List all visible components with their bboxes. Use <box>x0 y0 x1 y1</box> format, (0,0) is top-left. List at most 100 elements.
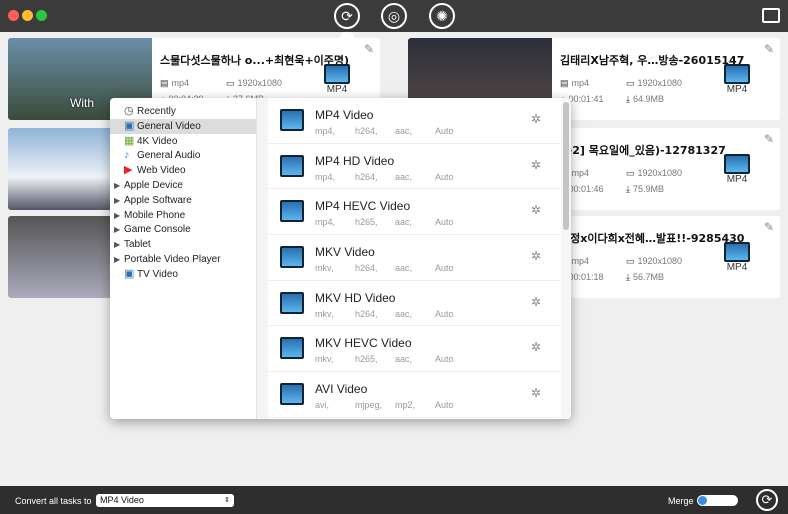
category-label: 4K Video <box>137 135 178 147</box>
category-item[interactable]: ▦ 4K Video <box>110 134 256 149</box>
gear-icon[interactable]: ✲ <box>531 112 541 126</box>
tv-icon: ▣ <box>124 267 135 280</box>
disclosure-triangle-icon[interactable]: ▶ <box>114 237 124 252</box>
category-item[interactable]: ▣ General Video <box>110 118 256 134</box>
video-size: 64.9MB <box>632 94 665 104</box>
format-item[interactable]: MKV HD Video mkv, h264, aac, Auto ✲ <box>268 281 561 327</box>
format-icon: ▤ <box>560 78 569 88</box>
convert-start-button[interactable]: ⟳ <box>756 489 778 511</box>
format-video-codec: h264, <box>355 126 378 136</box>
format-audio-codec: aac, <box>395 171 413 182</box>
format-item[interactable]: MP4 HEVC Video mp4, h265, aac, Auto ✲ <box>268 189 561 236</box>
category-item[interactable]: ▶ Mobile Phone <box>110 208 256 223</box>
format-item[interactable]: MP4 Video mp4, h264, aac, Auto ✲ <box>268 98 561 144</box>
format-item[interactable]: MP4 HD Video mp4, h264, aac, Auto ✲ <box>268 144 561 190</box>
format-video-codec: h264, <box>355 308 378 319</box>
disclosure-triangle-icon[interactable]: ▶ <box>114 193 124 208</box>
category-label: General Audio <box>137 150 201 162</box>
download-icon: ⤓ <box>626 184 630 194</box>
format-video-codec: h264, <box>355 171 378 182</box>
target-format-label: MP4 <box>326 84 348 95</box>
disclosure-triangle-icon[interactable]: ▶ <box>114 208 124 223</box>
gear-icon[interactable]: ✲ <box>531 158 541 172</box>
disclosure-triangle-icon[interactable]: ▶ <box>114 178 124 193</box>
video-icon: ▣ <box>124 119 135 132</box>
category-item[interactable]: ▶ Apple Software <box>110 193 256 208</box>
category-label: Apple Software <box>124 194 192 206</box>
target-format-button[interactable]: MP4 <box>724 242 750 273</box>
format-list-scrollbar[interactable] <box>561 98 571 419</box>
format-item[interactable]: MKV Video mkv, h264, aac, Auto ✲ <box>268 235 561 281</box>
category-label: Recently <box>137 106 176 117</box>
gear-icon[interactable]: ✲ <box>531 249 541 263</box>
download-icon: ⤓ <box>626 272 630 282</box>
film-icon[interactable] <box>762 8 780 23</box>
format-quality: Auto <box>435 263 454 274</box>
gear-icon[interactable]: ✲ <box>531 340 541 354</box>
format-audio-codec: mp2, <box>395 400 416 411</box>
category-item[interactable]: ▶ Web Video <box>110 163 256 178</box>
format-container: avi, <box>315 400 330 411</box>
gear-icon[interactable]: ✲ <box>531 386 541 400</box>
category-item[interactable]: ♪ General Audio <box>110 148 256 163</box>
resolution-icon: ▭ <box>226 78 235 88</box>
video-resolution: 1920x1080 <box>637 256 683 266</box>
category-item[interactable]: ▶ Tablet <box>110 237 256 252</box>
video-duration: 00:01:41 <box>568 94 604 104</box>
category-label: Mobile Phone <box>124 209 186 221</box>
convert-icon[interactable]: ⟳ <box>334 3 360 38</box>
youtube-icon: ▶ <box>124 164 133 177</box>
close-window-button[interactable] <box>8 10 19 21</box>
format-video-codec: h265, <box>355 354 378 365</box>
dvd-icon[interactable]: ◎ <box>381 3 407 29</box>
gear-icon[interactable]: ✲ <box>531 295 541 309</box>
edit-icon[interactable]: ✎ <box>764 42 774 56</box>
video-size: 75.9MB <box>632 184 665 194</box>
video-format: mp4 <box>571 78 590 88</box>
format-video-codec: h264, <box>355 263 378 274</box>
zoom-window-button[interactable] <box>36 10 47 21</box>
target-format-label: MP4 <box>726 262 748 273</box>
category-list: ◷ Recently ▣ General Video ▦ 4K Video ♪ General… <box>110 104 256 282</box>
gear-icon[interactable]: ✲ <box>531 203 541 217</box>
target-format-button[interactable]: MP4 <box>724 64 750 95</box>
format-audio-codec: aac, <box>395 354 413 365</box>
resolution-icon: ▭ <box>626 256 635 266</box>
convert-all-label: Convert all tasks to <box>15 496 92 506</box>
video-duration: 00:01:46 <box>568 184 604 194</box>
video-title: 0-2] 목요일에_있음)-12781327 <box>560 144 726 157</box>
format-quality: Auto <box>435 171 454 182</box>
bottom-bar: Convert all tasks to MP4 Video ⇕ Merge ⟳ <box>0 486 788 514</box>
format-quality: Auto <box>435 126 454 136</box>
category-item[interactable]: ◷ Recently <box>110 104 256 119</box>
disclosure-triangle-icon[interactable]: ▶ <box>114 222 124 237</box>
format-name: MP4 HEVC Video <box>315 199 411 214</box>
target-format-label: MP4 <box>726 174 748 185</box>
edit-icon[interactable]: ✎ <box>764 220 774 234</box>
format-list: MP4 Video mp4, h264, aac, Auto ✲ MP4 HD Video m… <box>268 98 561 418</box>
edit-icon[interactable]: ✎ <box>364 42 374 56</box>
toolbox-icon[interactable]: ✺ <box>429 3 455 29</box>
edit-icon[interactable]: ✎ <box>764 132 774 146</box>
category-item[interactable]: ▶ Game Console <box>110 222 256 237</box>
category-item[interactable]: ▣ TV Video <box>110 267 256 282</box>
clock-icon: ◷ <box>124 105 134 117</box>
merge-toggle[interactable] <box>697 495 738 506</box>
format-item[interactable]: AVI Video avi, mjpeg, mp2, Auto ✲ <box>268 372 561 418</box>
target-format-button[interactable]: MP4 <box>324 64 350 95</box>
format-item[interactable]: MKV HEVC Video mkv, h265, aac, Auto ✲ <box>268 326 561 373</box>
target-format-button[interactable]: MP4 <box>724 154 750 185</box>
disclosure-triangle-icon[interactable]: ▶ <box>114 252 124 267</box>
format-name: MP4 Video <box>315 108 374 122</box>
video-resolution: 1920x1080 <box>637 168 683 178</box>
download-icon: ⤓ <box>626 94 630 104</box>
format-quality: Auto <box>435 400 454 411</box>
mp4-format-icon <box>724 154 750 174</box>
format-name: MKV HEVC Video <box>315 336 412 351</box>
minimize-window-button[interactable] <box>22 10 33 21</box>
format-icon <box>280 337 304 360</box>
category-item[interactable]: ▶ Apple Device <box>110 178 256 193</box>
convert-all-select[interactable]: MP4 Video ⇕ <box>96 494 234 507</box>
category-item[interactable]: ▶ Portable Video Player <box>110 252 256 267</box>
format-icon <box>280 109 304 131</box>
